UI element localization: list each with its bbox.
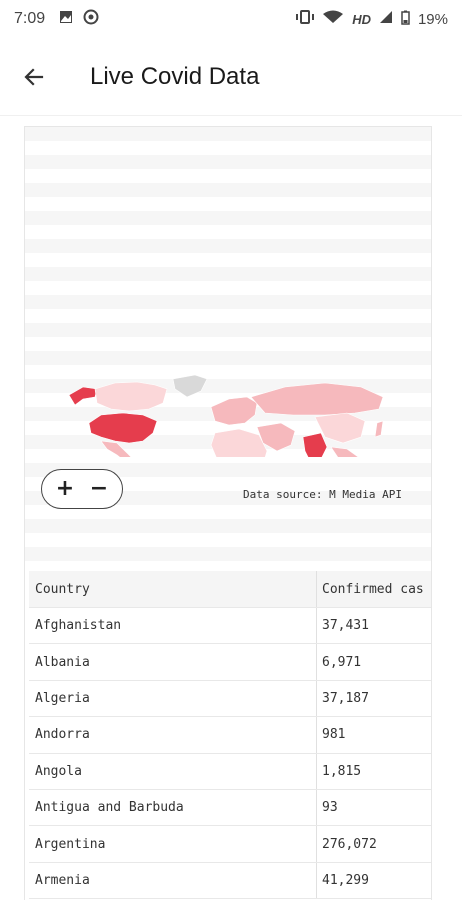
world-map-panel[interactable]: + − Data source: M Media API xyxy=(25,127,432,567)
map-region-usa xyxy=(88,412,158,444)
table-row[interactable]: Antigua and Barbuda 93 xyxy=(29,789,431,827)
battery-icon xyxy=(401,10,410,29)
map-region-southeast-asia xyxy=(330,446,359,457)
country-name: Armenia xyxy=(29,862,317,899)
map-region-africa xyxy=(210,428,268,457)
zoom-in-button[interactable]: + xyxy=(56,478,74,500)
map-region-japan xyxy=(374,420,384,438)
sync-notification-icon xyxy=(83,9,99,29)
data-source-label: Data source: M Media API xyxy=(243,488,402,501)
map-region-mexico xyxy=(100,440,132,457)
country-name: Algeria xyxy=(29,680,317,717)
country-name: Angola xyxy=(29,753,317,789)
map-region-india xyxy=(302,432,328,457)
page-title: Live Covid Data xyxy=(90,62,260,90)
confirmed-cases: 276,072 xyxy=(322,836,377,852)
image-notification-icon xyxy=(59,10,73,28)
table-row[interactable]: Angola 1,815 xyxy=(29,753,431,790)
status-icons: HD 19% xyxy=(296,10,448,29)
country-name: Antigua and Barbuda xyxy=(29,789,317,826)
wifi-icon xyxy=(322,10,344,28)
battery-percent: 19% xyxy=(417,10,448,28)
confirmed-cases: 1,815 xyxy=(322,763,362,779)
country-name: Afghanistan xyxy=(29,608,317,644)
map-region-canada xyxy=(94,381,168,412)
arrow-left-icon xyxy=(24,67,44,86)
vibrate-icon xyxy=(296,10,315,28)
table-row[interactable]: Argentina 276,072 xyxy=(29,826,431,863)
signal-icon xyxy=(379,10,393,28)
confirmed-cases: 6,971 xyxy=(322,654,362,670)
status-time: 7:09 xyxy=(14,10,46,27)
table-row[interactable]: Armenia 41,299 xyxy=(29,862,431,900)
confirmed-cases: 93 xyxy=(322,800,338,816)
network-type-label: HD xyxy=(352,11,371,27)
column-header-country[interactable]: Country xyxy=(29,571,317,607)
confirmed-cases: 41,299 xyxy=(322,872,369,888)
country-name: Argentina xyxy=(29,826,317,862)
covid-data-card: + − Data source: M Media API Country Con… xyxy=(24,126,432,900)
confirmed-cases: 37,431 xyxy=(322,618,369,634)
zoom-out-button[interactable]: − xyxy=(90,478,108,500)
table-header-row: Country Confirmed cas xyxy=(29,571,431,608)
column-header-confirmed[interactable]: Confirmed cas xyxy=(317,571,424,607)
status-bar: 7:09 HD 19% xyxy=(0,0,462,38)
map-region-alaska xyxy=(68,386,98,406)
country-name: Albania xyxy=(29,644,317,680)
table-row[interactable]: Afghanistan 37,431 xyxy=(29,608,431,645)
confirmed-cases: 37,187 xyxy=(322,690,369,706)
map-region-greenland xyxy=(172,374,208,398)
table-row[interactable]: Algeria 37,187 xyxy=(29,680,431,718)
back-button[interactable] xyxy=(4,47,64,107)
confirmed-cases: 981 xyxy=(322,727,346,743)
zoom-control: + − xyxy=(41,469,123,509)
country-name: Andorra xyxy=(29,717,317,753)
table-row[interactable]: Albania 6,971 xyxy=(29,644,431,681)
table-row[interactable]: Andorra 981 xyxy=(29,717,431,754)
map-region-europe xyxy=(210,396,258,426)
country-cases-table: Country Confirmed cas Afghanistan 37,431 A… xyxy=(29,571,431,900)
world-choropleth-map[interactable] xyxy=(25,237,432,457)
map-region-russia xyxy=(250,382,384,416)
app-bar: Live Covid Data xyxy=(0,38,462,116)
